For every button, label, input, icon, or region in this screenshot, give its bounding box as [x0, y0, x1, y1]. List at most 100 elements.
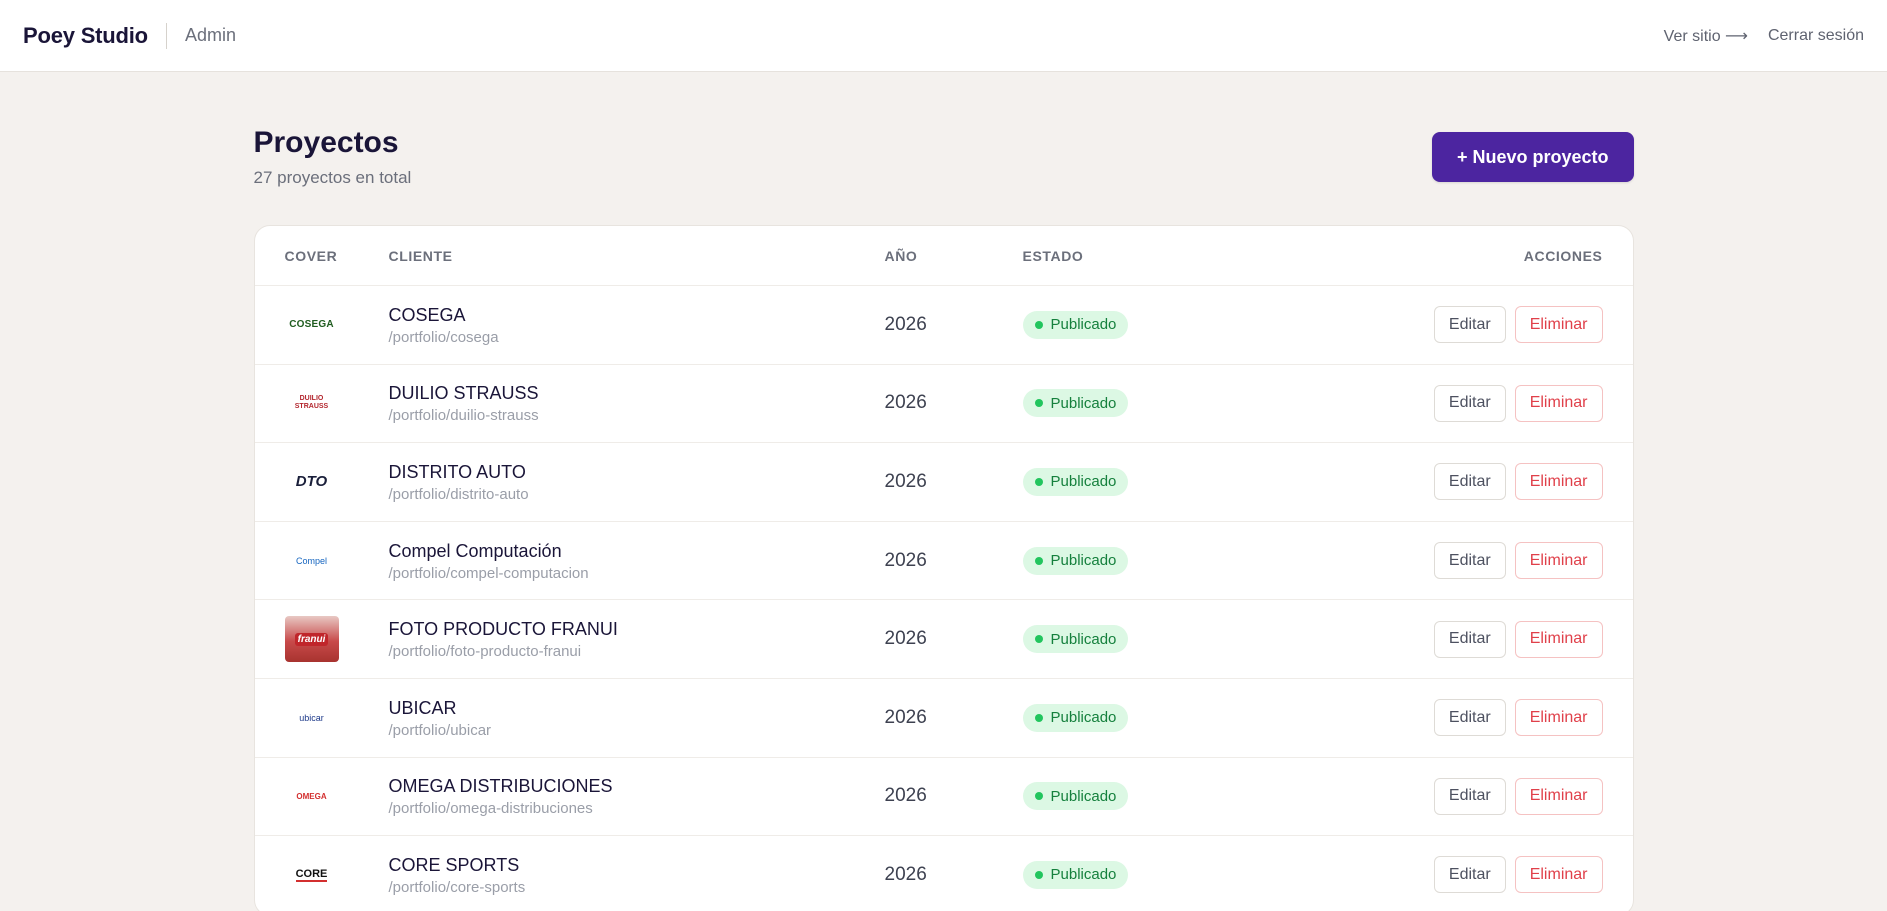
table-row: ubicar UBICAR /portfolio/ubicar 2026 Pub… [254, 679, 1633, 758]
compel-logo: Compel [295, 555, 327, 566]
project-year: 2026 [884, 549, 927, 571]
column-header-status: ESTADO [1022, 247, 1084, 264]
edit-button[interactable]: Editar [1433, 856, 1506, 894]
project-year: 2026 [884, 313, 927, 335]
status-dot-icon [1034, 399, 1043, 408]
client-name: Compel Computación [388, 540, 562, 561]
delete-button[interactable]: Eliminar [1514, 620, 1603, 658]
client-slug: /portfolio/core-sports [388, 878, 526, 896]
status-label: Publicado [1050, 709, 1117, 727]
table-row: DUILIO STRAUSS DUILIO STRAUSS /portfolio… [254, 365, 1633, 444]
status-label: Publicado [1050, 630, 1117, 648]
client-slug: /portfolio/cosega [388, 328, 499, 346]
status-dot-icon [1034, 320, 1043, 329]
project-year: 2026 [884, 470, 927, 492]
status-label: Publicado [1050, 473, 1117, 491]
project-year: 2026 [884, 628, 927, 650]
column-header-client: CLIENTE [388, 247, 453, 264]
cover-thumbnail: CORE [285, 852, 339, 898]
page-title: Proyectos [253, 126, 399, 159]
status-badge: Publicado [1022, 625, 1129, 654]
status-badge: Publicado [1022, 782, 1129, 811]
table-header: COVER CLIENTE AÑO ESTADO ACCIONES [254, 226, 1633, 286]
table-row: OMEGA OMEGA DISTRIBUCIONES /portfolio/om… [254, 758, 1633, 837]
delete-button[interactable]: Eliminar [1514, 463, 1603, 501]
client-slug: /portfolio/distrito-auto [388, 485, 529, 503]
client-slug: /portfolio/omega-distribuciones [388, 800, 593, 818]
status-dot-icon [1034, 635, 1043, 644]
status-badge: Publicado [1022, 546, 1129, 575]
logout-link[interactable]: Cerrar sesión [1768, 27, 1864, 45]
projects-table: COVER CLIENTE AÑO ESTADO ACCIONES COSEGA… [253, 225, 1634, 911]
client-slug: /portfolio/ubicar [388, 721, 492, 739]
duilio-strauss-logo: DUILIO STRAUSS [294, 395, 329, 411]
edit-button[interactable]: Editar [1433, 620, 1506, 658]
omega-logo: OMEGA [296, 791, 327, 801]
main-content: Proyectos 27 proyectos en total + Nuevo … [253, 72, 1634, 911]
edit-button[interactable]: Editar [1433, 542, 1506, 580]
status-dot-icon [1034, 477, 1043, 486]
client-slug: /portfolio/compel-computacion [388, 564, 589, 582]
delete-button[interactable]: Eliminar [1514, 699, 1603, 737]
client-slug: /portfolio/foto-producto-franui [388, 643, 582, 661]
table-row: COSEGA COSEGA /portfolio/cosega 2026 Pub… [254, 286, 1633, 365]
client-name: CORE SPORTS [388, 854, 520, 875]
column-header-cover: COVER [284, 247, 338, 264]
cover-thumbnail: DTO [285, 459, 339, 505]
top-navbar: Poey Studio Admin Ver sitio ⟶ Cerrar ses… [0, 0, 1887, 72]
brand: Poey Studio Admin [23, 22, 236, 49]
cover-thumbnail: franui [284, 616, 339, 663]
cover-thumbnail: Compel [285, 538, 339, 584]
core-logo: CORE [295, 867, 328, 882]
delete-button[interactable]: Eliminar [1514, 384, 1603, 422]
table-row: DTO DISTRITO AUTO /portfolio/distrito-au… [254, 443, 1633, 522]
new-project-button[interactable]: + Nuevo proyecto [1431, 132, 1634, 182]
view-site-link[interactable]: Ver sitio ⟶ [1664, 26, 1748, 46]
delete-button[interactable]: Eliminar [1514, 777, 1603, 815]
edit-button[interactable]: Editar [1433, 777, 1506, 815]
brand-name[interactable]: Poey Studio [23, 23, 148, 49]
dto-logo: DTO [295, 473, 328, 491]
project-year: 2026 [884, 863, 927, 885]
project-year: 2026 [884, 706, 927, 728]
status-label: Publicado [1050, 787, 1117, 805]
status-label: Publicado [1050, 316, 1117, 334]
table-row: CORE CORE SPORTS /portfolio/core-sports … [255, 836, 1633, 911]
delete-button[interactable]: Eliminar [1514, 856, 1603, 894]
status-badge: Publicado [1022, 703, 1129, 732]
cover-thumbnail: DUILIO STRAUSS [285, 380, 339, 426]
status-label: Publicado [1050, 394, 1117, 412]
franui-logo: franui [294, 632, 329, 646]
column-header-actions: ACCIONES [1523, 247, 1603, 264]
client-name: OMEGA DISTRIBUCIONES [388, 776, 613, 797]
page-header: Proyectos 27 proyectos en total + Nuevo … [254, 124, 1634, 188]
status-dot-icon [1034, 870, 1043, 879]
delete-button[interactable]: Eliminar [1514, 542, 1603, 580]
project-year: 2026 [884, 785, 927, 807]
column-header-year: AÑO [884, 247, 918, 264]
edit-button[interactable]: Editar [1433, 699, 1506, 737]
status-badge: Publicado [1022, 467, 1129, 496]
project-year: 2026 [884, 392, 927, 414]
edit-button[interactable]: Editar [1433, 306, 1506, 344]
table-row: franui FOTO PRODUCTO FRANUI /portfolio/f… [254, 600, 1633, 679]
status-dot-icon [1034, 556, 1043, 565]
status-dot-icon [1034, 792, 1043, 801]
status-badge: Publicado [1022, 860, 1129, 889]
project-count: 27 proyectos en total [253, 168, 412, 187]
client-slug: /portfolio/duilio-strauss [388, 407, 539, 425]
edit-button[interactable]: Editar [1433, 384, 1506, 422]
client-name: DUILIO STRAUSS [388, 383, 539, 404]
edit-button[interactable]: Editar [1433, 463, 1506, 501]
cover-thumbnail: OMEGA [285, 773, 339, 819]
client-name: UBICAR [388, 697, 457, 718]
client-name: FOTO PRODUCTO FRANUI [388, 619, 618, 640]
status-badge: Publicado [1022, 389, 1129, 418]
table-row: Compel Compel Computación /portfolio/com… [254, 522, 1633, 601]
delete-button[interactable]: Eliminar [1514, 306, 1603, 344]
status-label: Publicado [1050, 552, 1117, 570]
status-badge: Publicado [1022, 310, 1129, 339]
ubicar-logo: ubicar [299, 712, 324, 723]
status-dot-icon [1034, 713, 1043, 722]
client-name: COSEGA [388, 304, 466, 325]
